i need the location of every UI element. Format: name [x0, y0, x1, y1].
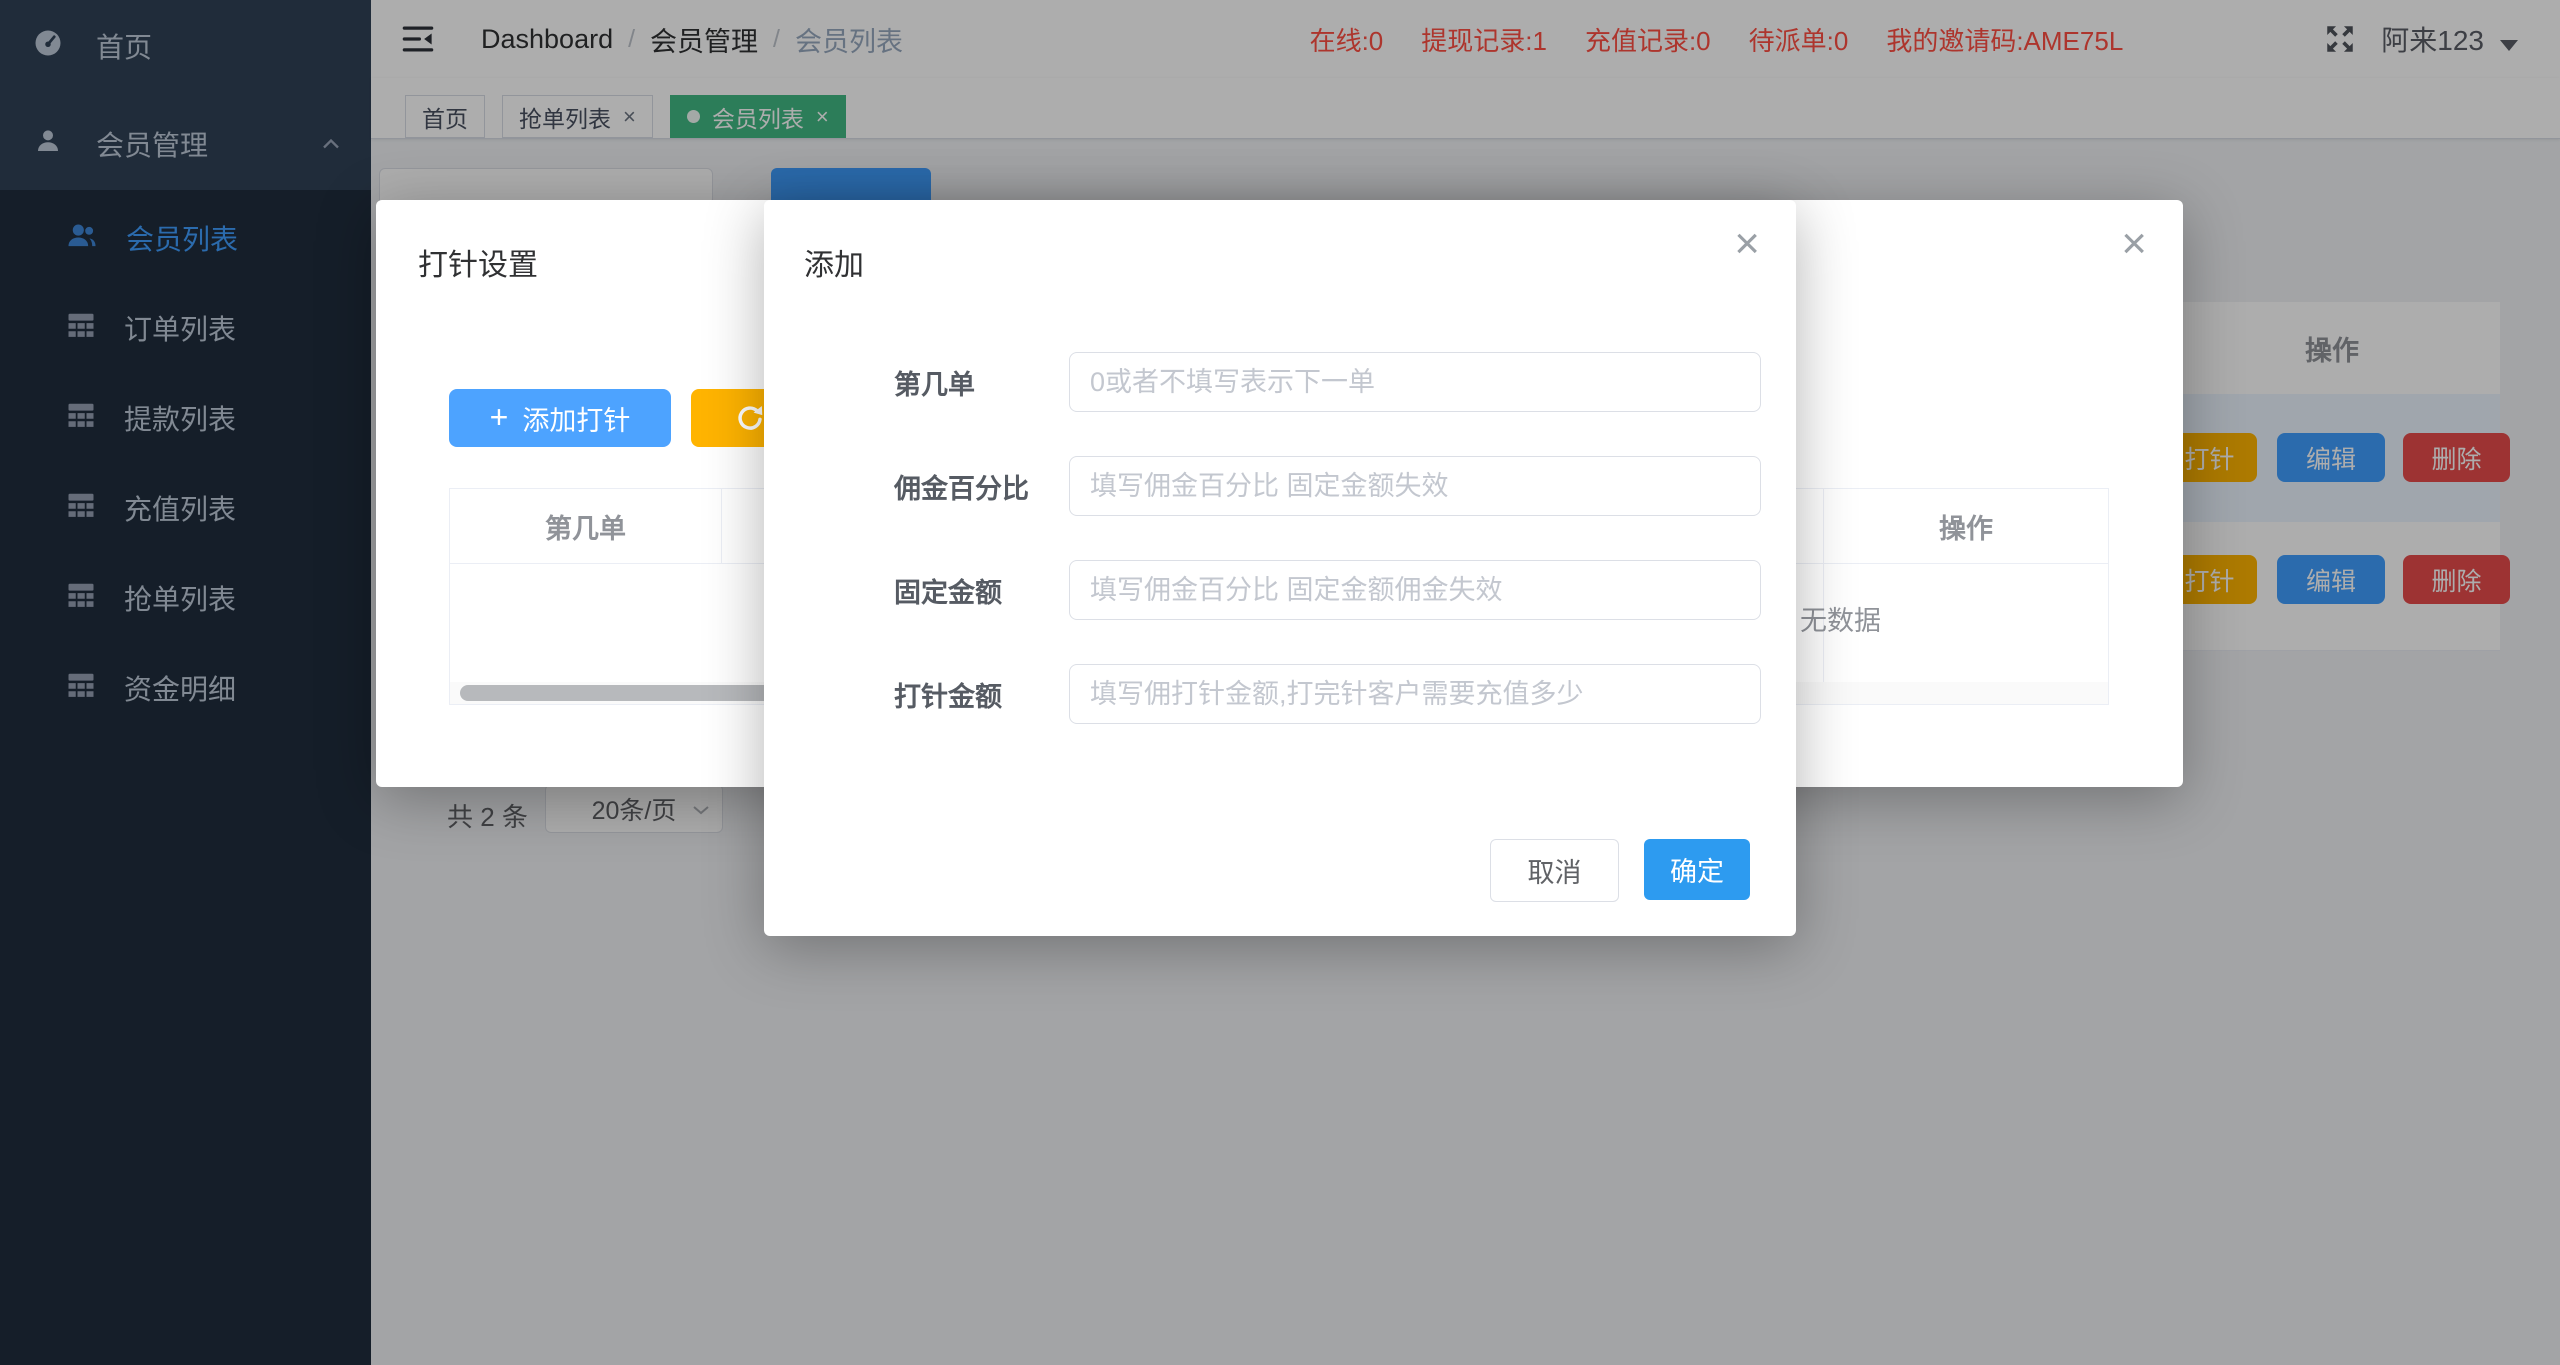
close-icon[interactable]: × — [2121, 222, 2147, 266]
cancel-button[interactable]: 取消 — [1490, 839, 1619, 902]
op-column-header: 操作 — [1823, 489, 2108, 563]
field-label-fixed-amount: 固定金额 — [894, 560, 1002, 620]
close-icon[interactable]: × — [1734, 222, 1760, 266]
confirm-button[interactable]: 确定 — [1644, 839, 1750, 900]
inject-amount-input[interactable] — [1069, 664, 1761, 724]
dialog-title: 打针设置 — [418, 240, 538, 284]
add-inject-button[interactable]: + 添加打针 — [449, 389, 671, 447]
fixed-amount-input[interactable] — [1069, 560, 1761, 620]
order-column-header: 第几单 — [450, 489, 722, 563]
add-dialog: 添加 × 第几单 佣金百分比 固定金额 打针金额 取消 确定 — [764, 200, 1796, 936]
dialog-title: 添加 — [804, 240, 864, 284]
field-label-commission-percent: 佣金百分比 — [894, 456, 1029, 516]
field-label-inject-amount: 打针金额 — [894, 664, 1002, 724]
empty-data-text: 无数据 — [1800, 599, 1881, 638]
screen: 首页 会员管理 会员列表 订单列表 — [0, 0, 2560, 1365]
plus-icon: + — [490, 401, 509, 433]
order-number-input[interactable] — [1069, 352, 1761, 412]
refresh-icon — [734, 402, 766, 434]
add-inject-label: 添加打针 — [522, 399, 630, 438]
field-label-order: 第几单 — [894, 352, 975, 412]
commission-percent-input[interactable] — [1069, 456, 1761, 516]
